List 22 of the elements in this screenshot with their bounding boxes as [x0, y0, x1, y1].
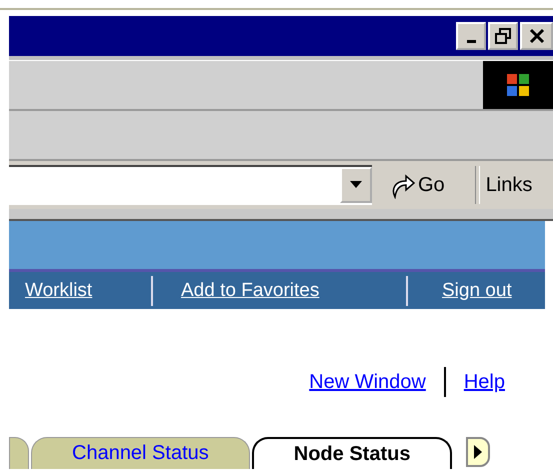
links-label[interactable]: Links — [486, 174, 532, 196]
scroll-right-button[interactable] — [466, 437, 490, 467]
nav-link[interactable]: Sign out — [442, 280, 512, 300]
restore-button[interactable] — [488, 22, 518, 50]
windows-logo-icon — [483, 61, 553, 109]
dropdown-arrow-icon — [350, 181, 362, 189]
dropdown-button[interactable] — [340, 167, 372, 203]
tab[interactable]: Node Status — [252, 437, 452, 469]
right-arrow-icon — [473, 445, 484, 459]
utility-link[interactable]: Help — [464, 370, 505, 394]
restore-icon — [495, 28, 511, 44]
utility-link[interactable]: New Window — [309, 370, 426, 394]
nav-link[interactable]: Add to Favorites — [181, 280, 320, 300]
address-field[interactable] — [9, 165, 372, 205]
tab-edge — [9, 437, 29, 469]
tab[interactable]: Channel Status — [31, 437, 250, 469]
minimize-icon — [466, 40, 476, 42]
nav-link[interactable]: Worklist — [25, 280, 92, 300]
close-button[interactable] — [520, 22, 553, 50]
minimize-button[interactable] — [456, 22, 486, 50]
close-icon — [528, 28, 544, 44]
go-button[interactable]: Go — [390, 171, 445, 199]
